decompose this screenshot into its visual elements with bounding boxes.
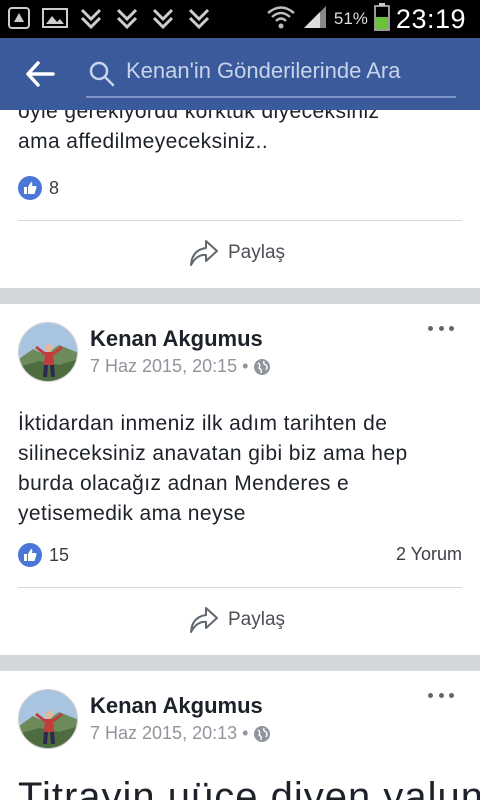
- clock: 23:19: [395, 3, 466, 34]
- signal-icon: [302, 4, 328, 35]
- post-card: Kenan Akgumus 7 Haz 2015, 20:15 • İktida…: [0, 304, 480, 655]
- post-text-line: yetisemedik ama neyse: [18, 502, 246, 525]
- posts-feed[interactable]: öyle gerekiyordu korktuk diyeceksiniz am…: [0, 110, 480, 800]
- share-icon: [190, 607, 218, 633]
- post-text-line: burda olacağız adnan Menderes e: [18, 472, 350, 495]
- share-button[interactable]: Paylaş: [188, 238, 285, 268]
- battery-icon: [374, 2, 390, 36]
- share-label: Paylaş: [228, 609, 286, 630]
- battery-percentage: 51%: [333, 9, 368, 28]
- like-count: 8: [49, 177, 60, 198]
- author-name[interactable]: Kenan Akgumus: [90, 693, 263, 719]
- like-icon: [18, 543, 42, 567]
- post-card: öyle gerekiyordu korktuk diyeceksiniz am…: [0, 110, 480, 288]
- arrow-left-icon: [26, 61, 55, 87]
- more-options-button[interactable]: [428, 326, 454, 334]
- post-text: İktidardan inmeniz ilk adım tarihten de …: [18, 409, 408, 529]
- post-text-line: silineceksiniz anavatan gibi biz ama hep: [18, 442, 408, 465]
- meta-separator: •: [242, 356, 249, 376]
- status-bar: 51% 23:19: [0, 0, 480, 38]
- post-separator: [0, 288, 480, 304]
- back-button[interactable]: [24, 60, 56, 88]
- post-text-line: İktidardan inmeniz ilk adım tarihten de: [18, 412, 388, 435]
- like-icon: [18, 176, 42, 200]
- post-meta: 7 Haz 2015, 20:15 •: [90, 356, 271, 377]
- post-text-line: öyle gerekiyordu korktuk diyeceksiniz: [18, 110, 380, 123]
- search-header: Kenan'in Gönderilerinde Ara: [0, 38, 480, 110]
- image-icon: [42, 6, 68, 30]
- post-text: öyle gerekiyordu korktuk diyeceksiniz am…: [18, 110, 379, 157]
- notification-icon: [6, 6, 32, 30]
- post-date[interactable]: 7 Haz 2015, 20:13: [90, 723, 237, 744]
- search-input[interactable]: Kenan'in Gönderilerinde Ara: [126, 58, 401, 84]
- avatar[interactable]: [18, 322, 78, 382]
- share-button[interactable]: Paylaş: [188, 605, 285, 635]
- post-meta: 7 Haz 2015, 20:13 •: [90, 723, 271, 744]
- avatar[interactable]: [18, 689, 78, 749]
- share-icon: [190, 240, 218, 266]
- post-date[interactable]: 7 Haz 2015, 20:15: [90, 356, 237, 377]
- search-input-underline: [86, 96, 456, 98]
- globe-icon: [254, 358, 271, 375]
- download-icon: [78, 6, 104, 30]
- download-icon: [186, 6, 212, 30]
- post-text-line: ama affedilmeyeceksiniz..: [18, 130, 269, 153]
- globe-icon: [254, 725, 271, 742]
- divider: [18, 587, 462, 588]
- more-options-button[interactable]: [428, 693, 454, 701]
- divider: [18, 220, 462, 221]
- search-icon: [88, 60, 116, 88]
- author-name[interactable]: Kenan Akgumus: [90, 326, 263, 352]
- download-icon: [114, 6, 140, 30]
- comments-count[interactable]: 2 Yorum: [396, 544, 462, 565]
- post-text: Titrayin uüce diyen yalunuz: [18, 775, 480, 800]
- download-icon: [150, 6, 176, 30]
- post-card: Kenan Akgumus 7 Haz 2015, 20:13 • Titray…: [0, 671, 480, 800]
- like-summary[interactable]: 8: [18, 175, 59, 201]
- share-label: Paylaş: [228, 242, 286, 263]
- meta-separator: •: [242, 723, 249, 743]
- like-count: 15: [49, 544, 70, 565]
- like-summary[interactable]: 15: [18, 542, 69, 568]
- wifi-icon: [266, 4, 296, 35]
- post-separator: [0, 655, 480, 671]
